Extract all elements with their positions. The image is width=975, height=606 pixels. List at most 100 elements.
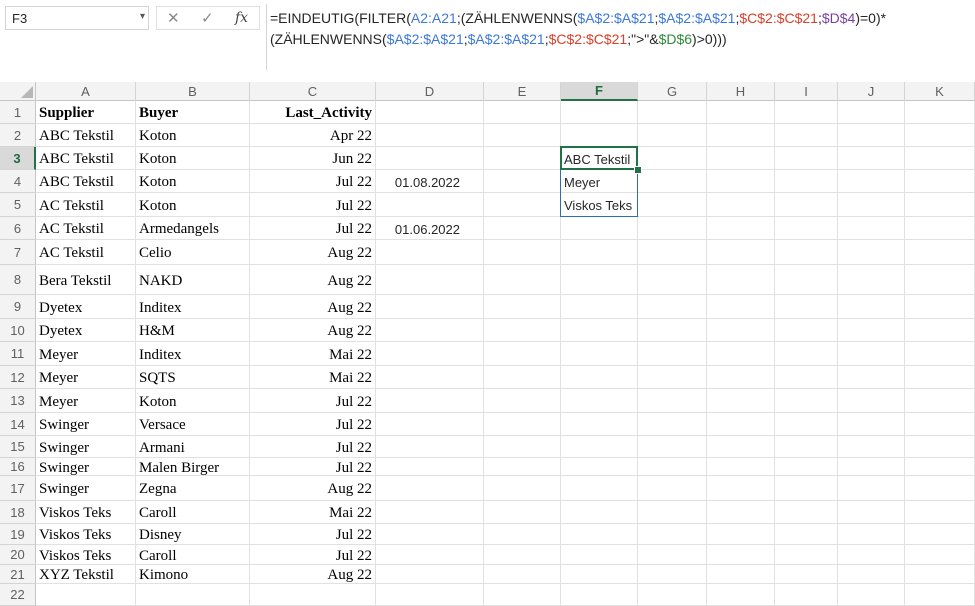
cell-b14[interactable]: Versace <box>136 413 250 436</box>
cell-a9[interactable]: Dyetex <box>36 295 136 319</box>
row-header-3[interactable]: 3 <box>0 147 36 170</box>
column-header-k[interactable]: K <box>905 82 975 101</box>
row-header-18[interactable]: 18 <box>0 501 36 524</box>
cell-b8[interactable]: NAKD <box>136 265 250 295</box>
select-all-button[interactable] <box>0 82 36 101</box>
cell-c14[interactable]: Jul 22 <box>250 413 376 436</box>
column-header-c[interactable]: C <box>250 82 376 101</box>
cell-a1[interactable]: Supplier <box>36 101 136 124</box>
cell-b7[interactable]: Celio <box>136 240 250 265</box>
cell-c8[interactable]: Aug 22 <box>250 265 376 295</box>
cell-b12[interactable]: SQTS <box>136 366 250 389</box>
cell-d4[interactable]: 01.08.2022 <box>376 170 484 193</box>
column-header-j[interactable]: J <box>838 82 905 101</box>
column-header-e[interactable]: E <box>484 82 561 101</box>
cell-c13[interactable]: Jul 22 <box>250 389 376 413</box>
cell-b9[interactable]: Inditex <box>136 295 250 319</box>
row-header-13[interactable]: 13 <box>0 389 36 413</box>
cell-d6[interactable]: 01.06.2022 <box>376 217 484 240</box>
cell-a14[interactable]: Swinger <box>36 413 136 436</box>
cell-b11[interactable]: Inditex <box>136 342 250 366</box>
chevron-down-icon[interactable]: ▾ <box>140 11 145 22</box>
row-header-11[interactable]: 11 <box>0 342 36 366</box>
column-header-d[interactable]: D <box>376 82 484 101</box>
cell-b1[interactable]: Buyer <box>136 101 250 124</box>
row-header-7[interactable]: 7 <box>0 240 36 265</box>
cell-a18[interactable]: Viskos Teks <box>36 501 136 524</box>
row-header-21[interactable]: 21 <box>0 565 36 584</box>
column-header-b[interactable]: B <box>136 82 250 101</box>
cell-b19[interactable]: Disney <box>136 524 250 545</box>
cell-c15[interactable]: Jul 22 <box>250 436 376 458</box>
row-header-20[interactable]: 20 <box>0 545 36 565</box>
cell-c16[interactable]: Jul 22 <box>250 458 376 476</box>
cell-c20[interactable]: Jul 22 <box>250 545 376 565</box>
cell-b3[interactable]: Koton <box>136 147 250 170</box>
cell-a21[interactable]: XYZ Tekstil <box>36 565 136 584</box>
cell-a11[interactable]: Meyer <box>36 342 136 366</box>
cell-c18[interactable]: Mai 22 <box>250 501 376 524</box>
cell-b15[interactable]: Armani <box>136 436 250 458</box>
row-header-6[interactable]: 6 <box>0 217 36 240</box>
cell-c21[interactable]: Aug 22 <box>250 565 376 584</box>
column-header-i[interactable]: I <box>775 82 838 101</box>
row-header-16[interactable]: 16 <box>0 458 36 476</box>
cell-a20[interactable]: Viskos Teks <box>36 545 136 565</box>
row-header-19[interactable]: 19 <box>0 524 36 545</box>
cancel-icon[interactable]: ✕ <box>167 9 180 27</box>
cell-a2[interactable]: ABC Tekstil <box>36 124 136 147</box>
row-header-8[interactable]: 8 <box>0 265 36 295</box>
active-cell-selection[interactable] <box>560 146 638 170</box>
cell-c17[interactable]: Aug 22 <box>250 476 376 501</box>
row-header-22[interactable]: 22 <box>0 584 36 606</box>
cell-a8[interactable]: Bera Tekstil <box>36 265 136 295</box>
cell-c6[interactable]: Jul 22 <box>250 217 376 240</box>
cell-b6[interactable]: Armedangels <box>136 217 250 240</box>
cell-b16[interactable]: Malen Birger <box>136 458 250 476</box>
cell-c2[interactable]: Apr 22 <box>250 124 376 147</box>
row-header-12[interactable]: 12 <box>0 366 36 389</box>
cell-b4[interactable]: Koton <box>136 170 250 193</box>
cell-a7[interactable]: AC Tekstil <box>36 240 136 265</box>
cell-c3[interactable]: Jun 22 <box>250 147 376 170</box>
cell-a3[interactable]: ABC Tekstil <box>36 147 136 170</box>
cell-b2[interactable]: Koton <box>136 124 250 147</box>
cell-a6[interactable]: AC Tekstil <box>36 217 136 240</box>
cell-c9[interactable]: Aug 22 <box>250 295 376 319</box>
fill-handle[interactable] <box>634 166 642 174</box>
column-header-f[interactable]: F <box>561 82 638 101</box>
cell-b20[interactable]: Caroll <box>136 545 250 565</box>
cell-a15[interactable]: Swinger <box>36 436 136 458</box>
cell-c12[interactable]: Mai 22 <box>250 366 376 389</box>
worksheet-grid[interactable]: A B C D E F G H I J K 1 Supplier Buyer Last_Activity 2 A… <box>0 82 975 606</box>
insert-function-icon[interactable]: fx <box>235 10 248 26</box>
row-header-10[interactable]: 10 <box>0 319 36 342</box>
row-header-15[interactable]: 15 <box>0 436 36 458</box>
row-header-4[interactable]: 4 <box>0 170 36 193</box>
cell-c19[interactable]: Jul 22 <box>250 524 376 545</box>
enter-check-icon[interactable]: ✓ <box>201 9 214 27</box>
cell-a5[interactable]: AC Tekstil <box>36 193 136 217</box>
column-header-h[interactable]: H <box>707 82 775 101</box>
row-header-1[interactable]: 1 <box>0 101 36 124</box>
cell-a16[interactable]: Swinger <box>36 458 136 476</box>
cell-a4[interactable]: ABC Tekstil <box>36 170 136 193</box>
column-header-a[interactable]: A <box>36 82 136 101</box>
row-header-17[interactable]: 17 <box>0 476 36 501</box>
name-box[interactable]: F3 ▾ <box>5 6 149 30</box>
cell-b13[interactable]: Koton <box>136 389 250 413</box>
cell-a10[interactable]: Dyetex <box>36 319 136 342</box>
row-header-14[interactable]: 14 <box>0 413 36 436</box>
row-header-9[interactable]: 9 <box>0 295 36 319</box>
cell-b17[interactable]: Zegna <box>136 476 250 501</box>
cell-c11[interactable]: Mai 22 <box>250 342 376 366</box>
cell-a17[interactable]: Swinger <box>36 476 136 501</box>
column-header-g[interactable]: G <box>638 82 707 101</box>
row-header-2[interactable]: 2 <box>0 124 36 147</box>
cell-c10[interactable]: Aug 22 <box>250 319 376 342</box>
cell-c4[interactable]: Jul 22 <box>250 170 376 193</box>
formula-input[interactable]: =EINDEUTIG(FILTER(A2:A21;(ZÄHLENWENNS($A… <box>266 4 972 70</box>
cell-c5[interactable]: Jul 22 <box>250 193 376 217</box>
cell-c7[interactable]: Aug 22 <box>250 240 376 265</box>
cell-b18[interactable]: Caroll <box>136 501 250 524</box>
